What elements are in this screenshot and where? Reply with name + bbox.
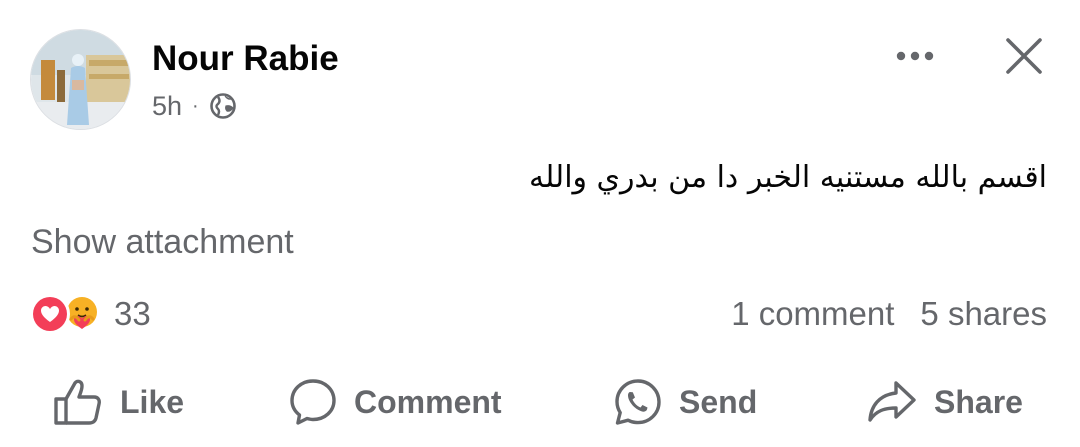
close-button[interactable] <box>998 30 1050 82</box>
comments-count-link[interactable]: 1 comment <box>731 295 894 333</box>
more-options-button[interactable] <box>890 36 940 76</box>
more-horizontal-icon <box>896 51 934 61</box>
engagement-summary: 1 comment 5 shares <box>731 292 1047 336</box>
reactions-summary[interactable]: 33 <box>30 292 151 336</box>
like-label: Like <box>120 383 185 420</box>
comment-icon <box>290 379 336 425</box>
post-time[interactable]: 5h <box>152 91 182 122</box>
share-button[interactable]: Share <box>866 374 1023 430</box>
love-icon <box>30 294 70 334</box>
shares-count-link[interactable]: 5 shares <box>920 295 1047 333</box>
send-label: Send <box>679 383 758 420</box>
whatsapp-icon <box>615 379 661 425</box>
post-body-text: اقسم بالله مستنيه الخبر دا من بدري والله <box>529 160 1047 195</box>
avatar-photo <box>31 30 130 129</box>
share-label: Share <box>934 383 1023 420</box>
like-icon <box>54 379 101 425</box>
comment-button[interactable]: Comment <box>288 374 502 430</box>
author-name[interactable]: Nour Rabie <box>152 38 339 80</box>
close-icon <box>1006 38 1042 74</box>
meta-separator: · <box>192 94 199 117</box>
author-avatar[interactable] <box>30 29 131 130</box>
reaction-count: 33 <box>114 295 151 332</box>
globe-icon[interactable] <box>209 92 237 120</box>
post-meta: 5h · <box>152 89 237 123</box>
send-button[interactable]: Send <box>613 374 757 430</box>
like-button[interactable]: Like <box>52 374 184 430</box>
comment-label: Comment <box>354 383 502 420</box>
share-icon <box>868 381 916 422</box>
show-attachment-link[interactable]: Show attachment <box>31 221 294 263</box>
